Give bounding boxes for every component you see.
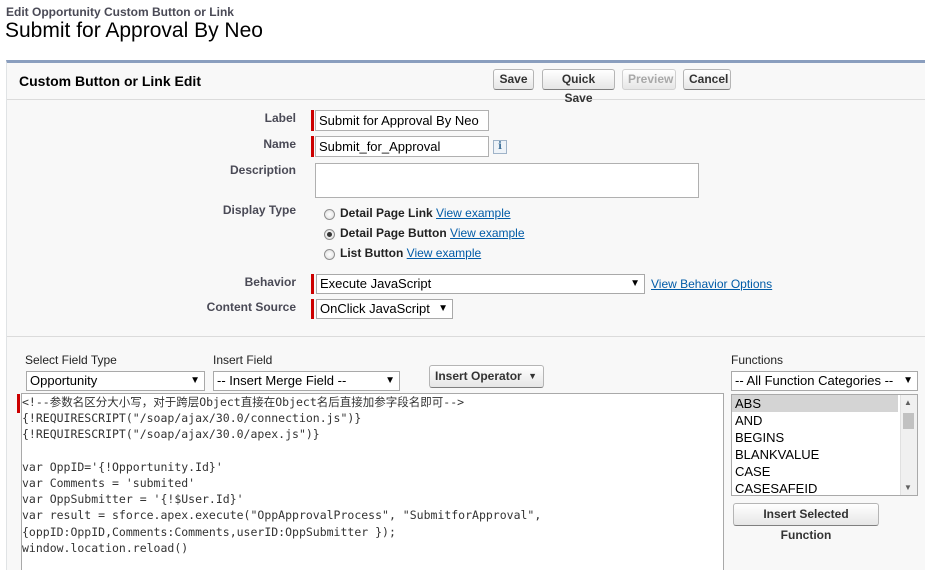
code-line: {!REQUIRESCRIPT("/soap/ajax/30.0/connect… (22, 411, 362, 426)
code-line: <!--参数名区分大小写，对于跨层Object直接在Object名后直接加参字段… (22, 395, 465, 409)
chevron-down-icon: ▼ (438, 303, 448, 314)
required-indicator (17, 394, 20, 413)
chevron-down-icon: ▼ (903, 375, 913, 386)
chevron-down-icon: ▼ (190, 375, 200, 386)
button-label: Insert Operator (435, 369, 522, 383)
behavior-label: Behavior (244, 275, 296, 289)
code-line: var result = sforce.apex.execute("OppApp… (22, 508, 542, 523)
selected-value: -- All Function Categories -- (735, 373, 894, 388)
option-label: Detail Page Link (340, 206, 433, 220)
section-divider (7, 336, 925, 337)
content-source-label: Content Source (206, 300, 296, 314)
behavior-select[interactable]: Execute JavaScript ▼ (316, 274, 645, 294)
code-line: {oppID:OppID,Comments:Comments,userID:Op… (22, 524, 396, 539)
chevron-down-icon: ▼ (528, 371, 537, 381)
name-input[interactable]: Submit_for_Approval (315, 136, 489, 157)
chevron-down-icon: ▼ (385, 375, 395, 386)
selected-value: Execute JavaScript (320, 276, 432, 291)
required-indicator (311, 274, 314, 294)
display-type-radio-detail-link[interactable] (324, 209, 335, 220)
scrollbar-thumb[interactable] (903, 413, 914, 429)
name-field-label: Name (263, 137, 296, 151)
code-line: {!REQUIRESCRIPT("/soap/ajax/30.0/apex.js… (22, 427, 320, 442)
description-field-label: Description (229, 163, 296, 177)
display-type-option-list-button: List Button View example (340, 246, 481, 260)
display-type-radio-detail-button[interactable] (324, 229, 335, 240)
info-icon[interactable]: i (493, 140, 507, 154)
function-item[interactable]: CASE (732, 463, 898, 480)
quick-save-button[interactable]: Quick Save (542, 69, 615, 105)
custom-button-edit-panel: Custom Button or Link Edit Save Quick Sa… (6, 60, 925, 570)
function-item[interactable]: CASESAFEID (732, 480, 898, 495)
selected-value: Opportunity (30, 373, 98, 388)
insert-operator-button[interactable]: Insert Operator ▼ (429, 365, 544, 388)
panel-header: Custom Button or Link Edit Save Quick Sa… (7, 63, 925, 105)
preview-button[interactable]: Preview (622, 69, 676, 90)
required-indicator (311, 110, 314, 131)
scrollbar[interactable]: ▲ ▼ (900, 395, 917, 495)
function-item[interactable]: ABS (732, 395, 898, 412)
insert-field-select[interactable]: -- Insert Merge Field -- ▼ (213, 371, 400, 391)
page-title: Submit for Approval By Neo (5, 19, 263, 42)
view-example-link[interactable]: View example (450, 226, 524, 240)
function-category-select[interactable]: -- All Function Categories -- ▼ (731, 371, 918, 391)
label-field-label: Label (264, 111, 296, 125)
scroll-up-icon[interactable]: ▲ (904, 398, 912, 407)
functions-listbox[interactable]: ABS AND BEGINS BLANKVALUE CASE CASESAFEI… (731, 394, 918, 496)
view-example-link[interactable]: View example (407, 246, 481, 260)
display-type-label: Display Type (222, 203, 296, 217)
chevron-down-icon: ▼ (630, 278, 640, 289)
selected-value: -- Insert Merge Field -- (217, 373, 347, 388)
function-item[interactable]: AND (732, 412, 898, 429)
description-textarea[interactable] (315, 163, 699, 198)
selected-value: OnClick JavaScript (320, 301, 430, 316)
save-button[interactable]: Save (493, 69, 534, 90)
content-source-select[interactable]: OnClick JavaScript ▼ (316, 299, 453, 319)
code-line: var Comments = 'submited' (22, 475, 196, 490)
insert-field-label: Insert Field (213, 353, 273, 367)
option-label: Detail Page Button (340, 226, 447, 240)
display-type-option-detail-link: Detail Page Link View example (340, 206, 511, 220)
breadcrumb: Edit Opportunity Custom Button or Link (6, 5, 234, 19)
label-input[interactable]: Submit for Approval By Neo (315, 110, 489, 131)
display-type-option-detail-button: Detail Page Button View example (340, 226, 525, 240)
option-label: List Button (340, 246, 404, 260)
view-behavior-options-link[interactable]: View Behavior Options (651, 277, 772, 291)
code-line: var OppID='{!Opportunity.Id}' (22, 459, 223, 474)
required-indicator (311, 136, 314, 157)
select-field-type-label: Select Field Type (25, 353, 117, 367)
formula-code-editor[interactable]: <!--参数名区分大小写，对于跨层Object直接在Object名后直接加参字段… (21, 393, 724, 570)
field-type-select[interactable]: Opportunity ▼ (26, 371, 205, 391)
functions-label: Functions (731, 353, 784, 367)
function-item[interactable]: BEGINS (732, 429, 898, 446)
cancel-button[interactable]: Cancel (683, 69, 731, 90)
code-line: var OppSubmitter = '{!$User.Id}' (22, 492, 244, 507)
required-indicator (311, 299, 314, 319)
code-line: window.location.reload() (22, 540, 189, 555)
view-example-link[interactable]: View example (436, 206, 510, 220)
insert-selected-function-button[interactable]: Insert Selected Function (733, 503, 879, 542)
scroll-down-icon[interactable]: ▼ (904, 483, 912, 492)
display-type-radio-list-button[interactable] (324, 249, 335, 260)
function-item[interactable]: BLANKVALUE (732, 446, 898, 463)
panel-title: Custom Button or Link Edit (19, 73, 201, 89)
